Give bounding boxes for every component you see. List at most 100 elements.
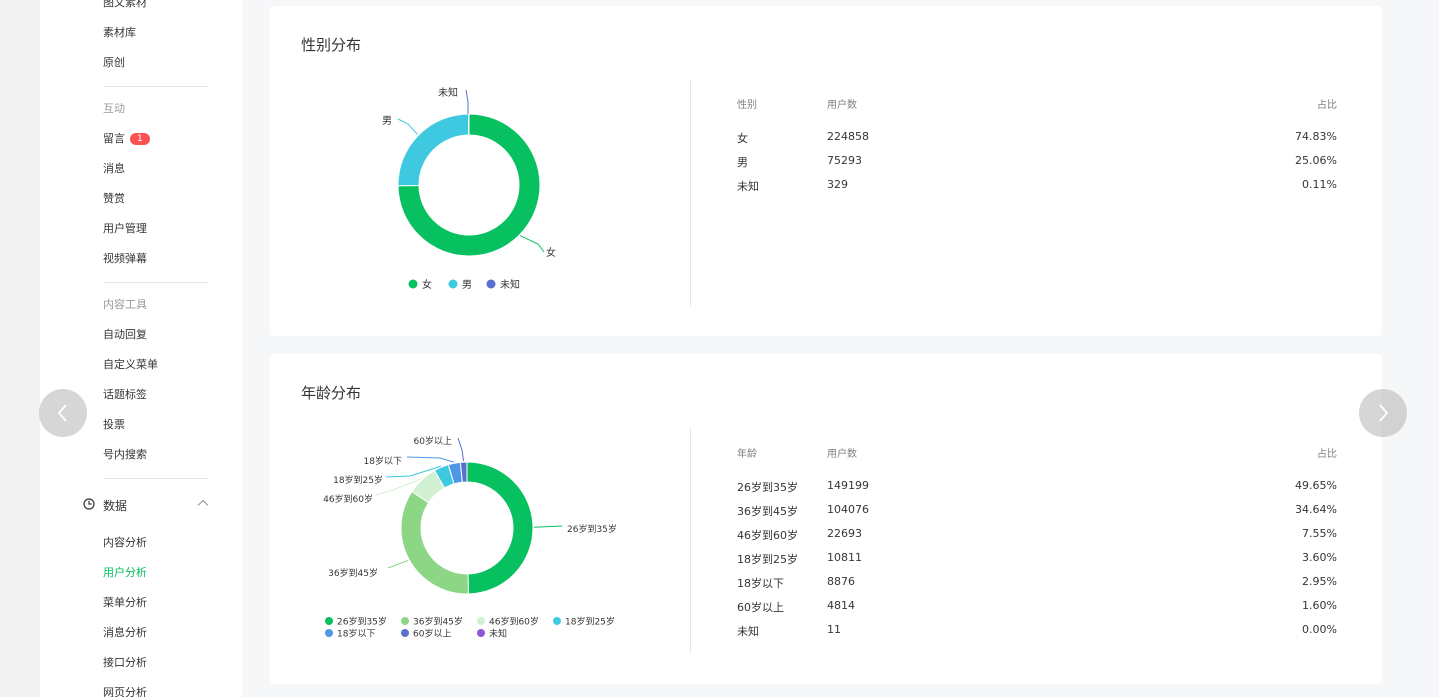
sidebar-item-api-analysis[interactable]: 接口分析 [103,656,147,670]
legend-dot [401,629,409,637]
legend-label: 男 [462,279,472,291]
leader-line [465,89,469,114]
legend-label: 60岁以上 [413,628,451,640]
row-label: 26岁到35岁 [737,481,798,494]
legend-item[interactable]: 18岁以下 [325,628,375,640]
legend-dot [325,617,333,625]
vertical-divider [690,428,691,654]
legend-item[interactable]: 26岁到35岁 [325,616,387,628]
clock-icon [83,498,95,510]
legend-dot [477,617,485,625]
row-pct: 2.95% [1302,575,1337,588]
slice-label: 46岁到60岁 [323,493,373,505]
sidebar-item-user-analysis[interactable]: 用户分析 [103,566,147,580]
legend-dot [325,629,333,637]
sidebar-item-search[interactable]: 号内搜索 [103,448,147,462]
slice-label: 未知 [438,86,458,99]
row-label: 未知 [737,625,759,638]
sidebar-item-vote[interactable]: 投票 [103,418,125,432]
sidebar-item-content-analysis[interactable]: 内容分析 [103,536,147,550]
row-count: 10811 [827,551,862,564]
sidebar-item-web-analysis[interactable]: 网页分析 [103,686,147,697]
sidebar-item-auto-reply[interactable]: 自动回复 [103,328,147,342]
next-button[interactable] [1359,389,1407,437]
prev-button[interactable] [39,389,87,437]
row-label: 60岁以上 [737,601,784,614]
legend-label: 18岁以下 [337,628,375,640]
row-count: 329 [827,178,848,191]
sidebar-item-custom-menu[interactable]: 自定义菜单 [103,358,158,372]
row-count: 22693 [827,527,862,540]
row-label: 未知 [737,180,759,193]
row-count: 4814 [827,599,855,612]
legend-label: 未知 [500,278,520,291]
gender-donut-chart: 女男未知女男未知 [382,86,556,291]
row-label: 46岁到60岁 [737,529,798,542]
legend-item[interactable]: 未知 [477,628,507,640]
sidebar-item-library[interactable]: 素材库 [103,26,136,40]
slice-label: 男 [382,115,392,127]
donut-slice[interactable] [400,490,469,595]
sidebar-item-video-danmaku[interactable]: 视频弹幕 [103,252,147,266]
legend-label: 36岁到45岁 [413,616,463,628]
slice-label: 18岁到25岁 [333,474,383,486]
gender-panel: 性别分布 女男未知女男未知 性别 用户数 占比 女 224858 74.83% … [270,6,1382,336]
sidebar-item-reward[interactable]: 赞赏 [103,192,125,206]
row-pct: 49.65% [1295,479,1337,492]
sidebar-item-menu-analysis[interactable]: 菜单分析 [103,596,147,610]
sidebar-item-comments[interactable]: 留言 1 [103,132,150,146]
sidebar-item-original[interactable]: 原创 [103,56,125,70]
row-count: 149199 [827,479,869,492]
age-header-pct: 占比 [1317,449,1337,460]
row-label: 男 [737,156,748,169]
vertical-divider [690,80,691,306]
legend-label: 女 [422,278,432,291]
sidebar-item-message-analysis[interactable]: 消息分析 [103,626,147,640]
data-section-label: 数据 [103,499,128,513]
legend-item[interactable]: 46岁到60岁 [477,616,539,628]
legend-item[interactable]: 男 [448,279,473,291]
chevron-right-icon [1379,404,1389,422]
row-count: 11 [827,623,841,636]
legend-item[interactable]: 未知 [486,278,521,291]
sidebar-item-messages[interactable]: 消息 [103,162,125,176]
legend-label: 46岁到60岁 [489,616,539,628]
leader-line [387,559,409,569]
group-tools-label: 内容工具 [103,298,147,311]
row-count: 8876 [827,575,855,588]
row-pct: 0.00% [1302,623,1337,636]
leader-line [519,235,545,253]
row-pct: 25.06% [1295,154,1337,167]
row-pct: 7.55% [1302,527,1337,540]
legend-item[interactable]: 女 [408,278,433,291]
slice-label: 女 [546,246,556,259]
legend-dot [448,279,458,289]
row-pct: 34.64% [1295,503,1337,516]
leader-line [397,118,419,135]
legend-dot [408,279,418,289]
legend-item[interactable]: 18岁到25岁 [553,616,615,628]
row-count: 75293 [827,154,862,167]
slice-label: 26岁到35岁 [567,523,617,535]
sidebar-item-user-management[interactable]: 用户管理 [103,222,147,236]
chevron-up-icon[interactable] [197,499,209,507]
row-pct: 3.60% [1302,551,1337,564]
gender-header-label: 性别 [737,100,757,111]
legend-item[interactable]: 36岁到45岁 [401,616,463,628]
row-pct: 1.60% [1302,599,1337,612]
data-section-header[interactable]: 数据 [83,496,209,514]
legend-label: 18岁到25岁 [565,616,615,628]
chevron-left-icon [57,404,67,422]
legend-dot [401,617,409,625]
sidebar-item-topic-tags[interactable]: 话题标签 [103,388,147,402]
leader-line [533,525,563,528]
gender-header-pct: 占比 [1317,100,1337,111]
legend-dot [553,617,561,625]
gender-header-count: 用户数 [827,100,857,111]
sidebar-item-image-text[interactable]: 图文素材 [103,0,147,10]
age-panel: 年龄分布 26岁到35岁 36岁到45岁 46岁到60岁 18岁到25岁 18岁以下 60… [270,354,1382,684]
donut-slice[interactable] [466,461,534,595]
legend-item[interactable]: 60岁以上 [401,628,451,640]
divider [103,478,209,479]
sidebar-item-label: 留言 [103,132,125,145]
